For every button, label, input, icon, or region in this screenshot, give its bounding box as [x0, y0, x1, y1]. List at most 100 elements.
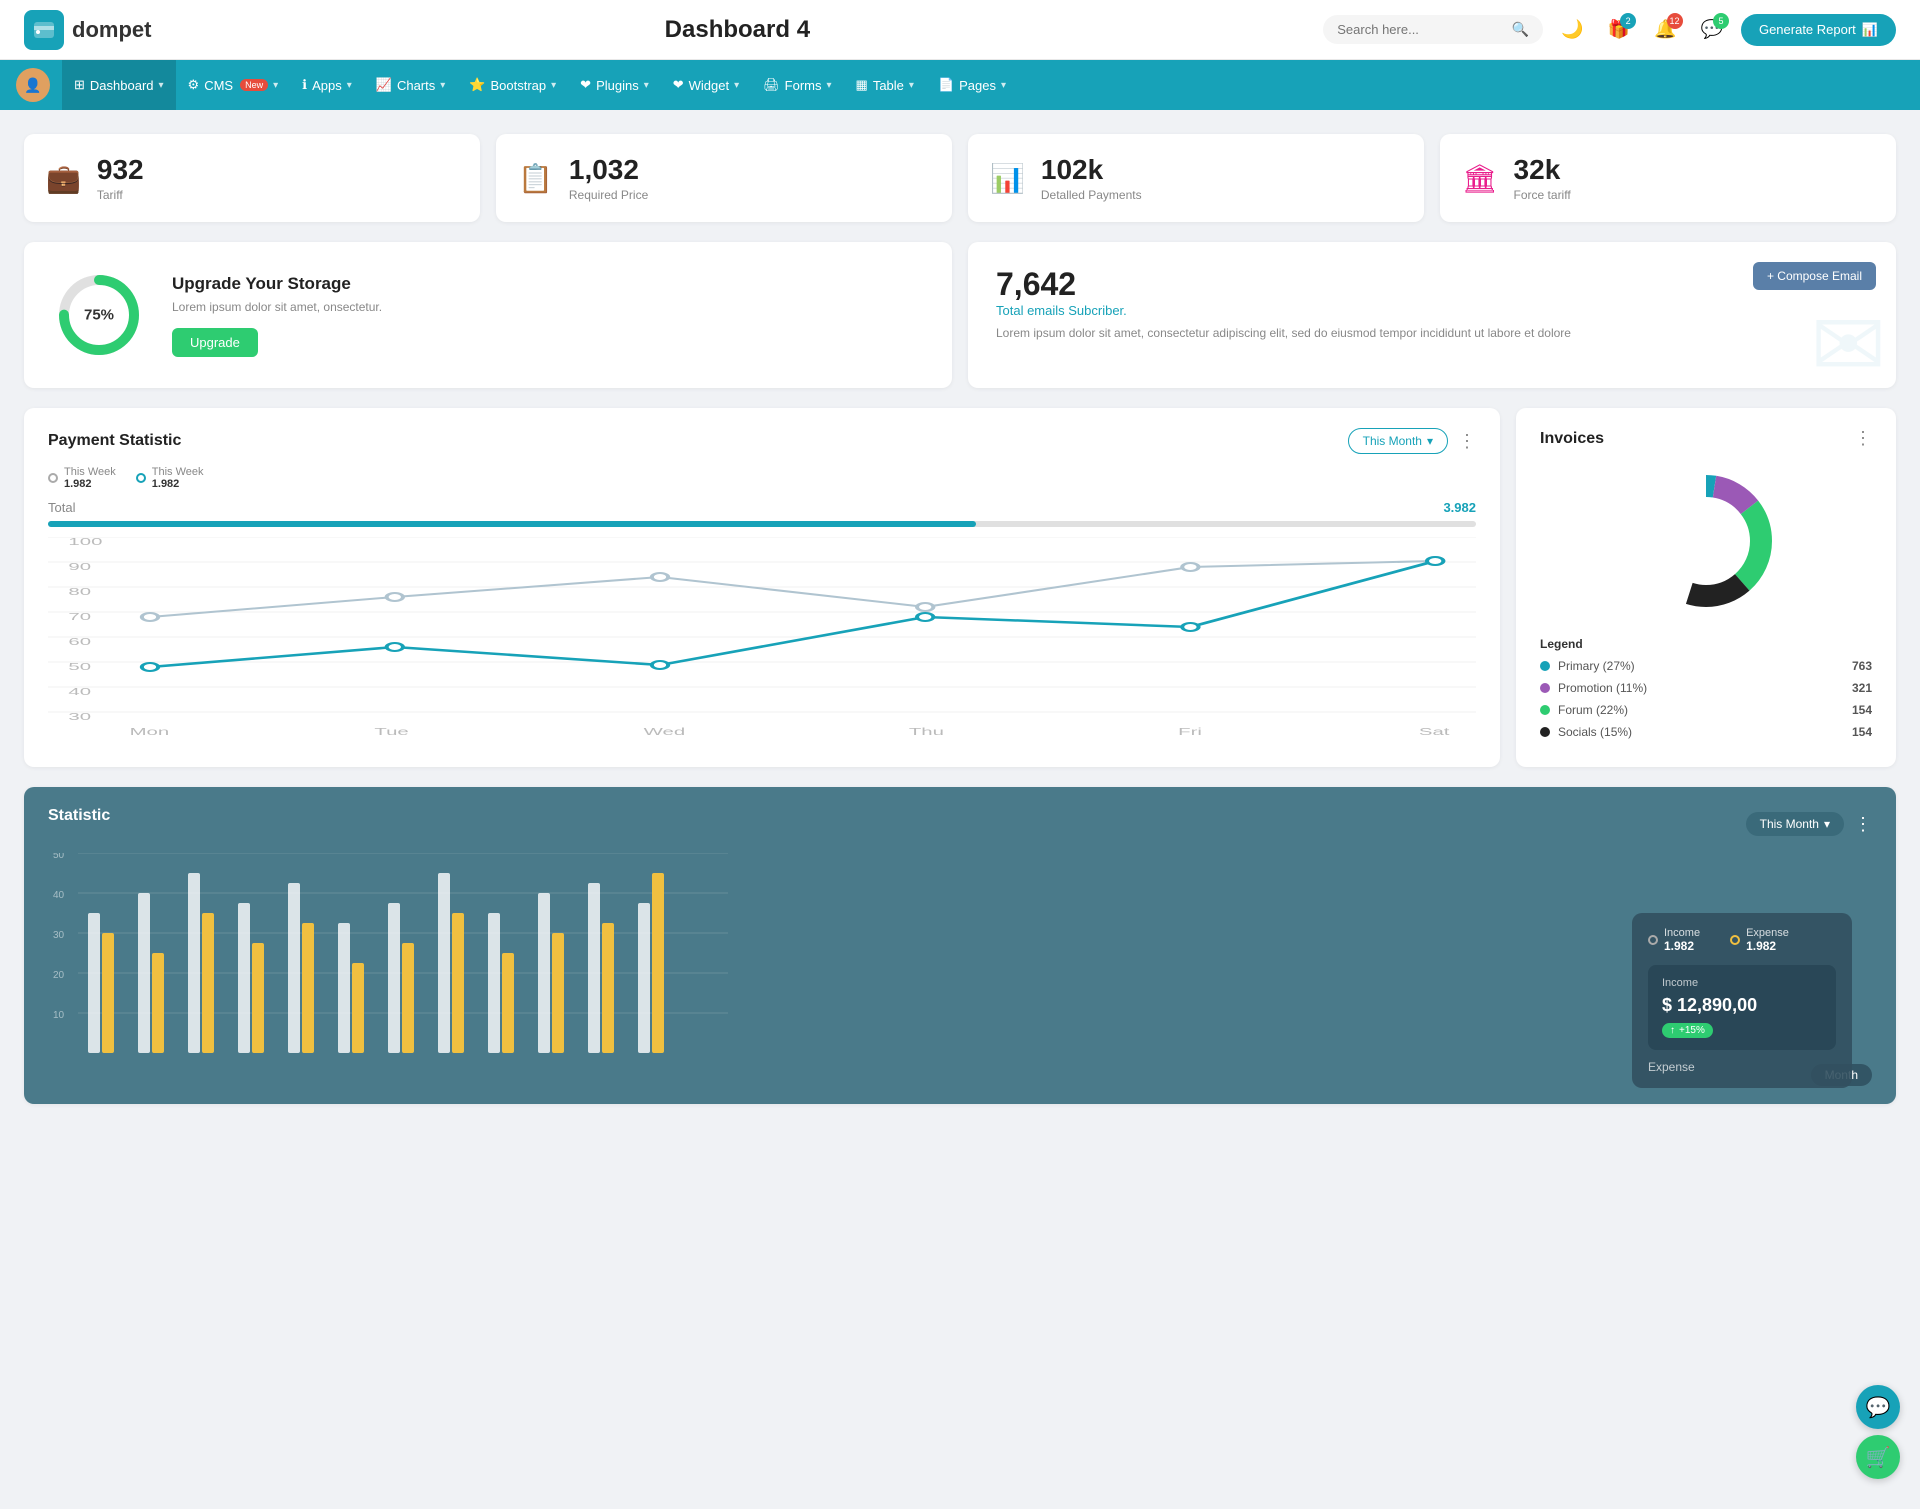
svg-text:10: 10: [53, 1010, 65, 1021]
svg-text:30: 30: [53, 930, 65, 941]
floating-chat-button[interactable]: 💬: [1856, 1385, 1900, 1429]
payment-title: Payment Statistic: [48, 432, 181, 450]
bootstrap-icon: ⭐: [469, 77, 485, 93]
statistic-top-row: Statistic This Month ▾ ⋮: [48, 807, 1872, 841]
svg-text:Mon: Mon: [130, 726, 170, 737]
nav-item-pages[interactable]: 📄 Pages ▾: [926, 60, 1018, 110]
stat-info-force: 32k Force tariff: [1514, 154, 1571, 202]
force-label: Force tariff: [1514, 188, 1571, 202]
payment-progress-bar: [48, 521, 1476, 527]
nav-item-dashboard[interactable]: ⊞ Dashboard ▾: [62, 60, 176, 110]
stat-card-payments: 📊 102k Detalled Payments: [968, 134, 1424, 222]
forms-icon: 🖨: [763, 77, 780, 93]
svg-text:60: 60: [68, 636, 91, 647]
forms-label: Forms: [785, 78, 822, 93]
logo-area: dompet: [24, 10, 151, 50]
chat-header-button[interactable]: 💬 5: [1695, 13, 1729, 46]
payment-controls: This Month ▾ ⋮: [1348, 428, 1476, 454]
this-month-button[interactable]: This Month ▾: [1348, 428, 1448, 454]
middle-row: 75% Upgrade Your Storage Lorem ipsum dol…: [24, 242, 1896, 388]
svg-text:Sat: Sat: [1419, 726, 1450, 737]
bootstrap-label: Bootstrap: [490, 78, 546, 93]
invoices-donut-svg: [1626, 461, 1786, 621]
month-label-bottom: Month: [48, 1066, 1872, 1084]
income-box-label: Income: [1662, 977, 1822, 989]
payment-more-button[interactable]: ⋮: [1458, 431, 1476, 452]
statistic-month-button[interactable]: This Month ▾: [1746, 812, 1844, 836]
svg-text:50: 50: [53, 853, 65, 861]
nav-item-apps[interactable]: ℹ Apps ▾: [290, 60, 364, 110]
page-title: Dashboard 4: [665, 16, 810, 44]
statistic-legend-row: Income 1.982 Expense 1.982: [1648, 927, 1836, 953]
main-content: 💼 932 Tariff 📋 1,032 Required Price 📊 10…: [0, 110, 1920, 1128]
gift-button[interactable]: 🎁 2: [1602, 13, 1636, 46]
charts-row: Payment Statistic This Month ▾ ⋮ This We…: [24, 408, 1896, 767]
envelope-bg-icon: ✉: [1811, 293, 1886, 388]
statistic-card: Statistic This Month ▾ ⋮ 50 40: [24, 787, 1896, 1104]
search-box[interactable]: 🔍: [1323, 15, 1543, 44]
storage-percent: 75%: [84, 307, 114, 324]
income-legend-dot: [1648, 935, 1658, 945]
legend-color-primary: [1540, 661, 1550, 671]
chevron-down-icon-5: ▾: [551, 80, 556, 91]
svg-text:40: 40: [68, 686, 91, 697]
stat-cards: 💼 932 Tariff 📋 1,032 Required Price 📊 10…: [24, 134, 1896, 222]
storage-donut: 75%: [54, 270, 144, 360]
chat-float-icon: 💬: [1866, 1395, 1891, 1420]
nav-item-widget[interactable]: ❤ Widget ▾: [661, 60, 751, 110]
invoices-more-button[interactable]: ⋮: [1854, 428, 1872, 449]
email-card: + Compose Email 7,642 Total emails Subcr…: [968, 242, 1896, 388]
upgrade-button[interactable]: Upgrade: [172, 328, 258, 357]
bell-button[interactable]: 🔔 12: [1648, 13, 1682, 46]
statistic-bar-chart: 50 40 30 20 10: [48, 853, 728, 1053]
moon-button[interactable]: 🌙: [1555, 13, 1589, 46]
stat-card-tariff: 💼 932 Tariff: [24, 134, 480, 222]
stat-info-tariff: 932 Tariff: [97, 154, 144, 202]
nav-item-cms[interactable]: ⚙ CMS New ▾: [176, 60, 291, 110]
payments-value: 102k: [1041, 154, 1142, 186]
legend-title: Legend: [1540, 637, 1872, 651]
charts-icon: 📈: [376, 77, 392, 93]
income-box-value: $ 12,890,00: [1662, 995, 1822, 1016]
widget-icon: ❤: [673, 77, 684, 93]
chevron-down-icon-10: ▾: [1001, 80, 1006, 91]
expense-legend-item: Expense 1.982: [1730, 927, 1789, 953]
statistic-more-button[interactable]: ⋮: [1854, 814, 1872, 835]
chevron-down-icon: ▾: [159, 80, 164, 91]
svg-text:80: 80: [68, 586, 91, 597]
storage-title: Upgrade Your Storage: [172, 274, 382, 294]
storage-text: Upgrade Your Storage Lorem ipsum dolor s…: [172, 274, 382, 357]
compose-email-button[interactable]: + Compose Email: [1753, 262, 1876, 290]
legend-dot-2: [136, 473, 146, 483]
pages-icon: 📄: [938, 77, 954, 93]
nav-item-table[interactable]: ▦ Table ▾: [844, 60, 926, 110]
plugins-icon: ❤: [580, 77, 591, 93]
nav-item-bootstrap[interactable]: ⭐ Bootstrap ▾: [457, 60, 568, 110]
expense-label-2: Expense: [1648, 1060, 1836, 1074]
chevron-down-icon-2: ▾: [273, 80, 278, 91]
payment-progress-fill: [48, 521, 976, 527]
payments-label: Detalled Payments: [1041, 188, 1142, 202]
nav-item-charts[interactable]: 📈 Charts ▾: [364, 60, 458, 110]
floating-shop-button[interactable]: 🛒: [1856, 1435, 1900, 1479]
chevron-down-icon-6: ▾: [644, 80, 649, 91]
table-label: Table: [873, 78, 904, 93]
nav-item-plugins[interactable]: ❤ Plugins ▾: [568, 60, 661, 110]
invoices-legend: Legend Primary (27%) 763 Promotion (11%)…: [1540, 637, 1872, 739]
shop-float-icon: 🛒: [1866, 1445, 1891, 1470]
legend-row-forum: Forum (22%) 154: [1540, 703, 1872, 717]
apps-label: Apps: [312, 78, 342, 93]
generate-report-button[interactable]: Generate Report 📊: [1741, 14, 1896, 46]
force-value: 32k: [1514, 154, 1571, 186]
statistic-right-panel: Income 1.982 Expense 1.982 Income $: [1632, 913, 1852, 1088]
search-input[interactable]: [1337, 22, 1504, 37]
table-icon: ▦: [856, 77, 868, 93]
logo-icon: [24, 10, 64, 50]
nav-item-forms[interactable]: 🖨 Forms ▾: [751, 60, 843, 110]
arrow-up-icon: ↑: [1670, 1025, 1675, 1036]
price-icon: 📋: [518, 162, 553, 195]
search-icon: 🔍: [1512, 21, 1529, 38]
dashboard-label: Dashboard: [90, 78, 154, 93]
svg-text:Wed: Wed: [644, 726, 686, 737]
tariff-label: Tariff: [97, 188, 144, 202]
